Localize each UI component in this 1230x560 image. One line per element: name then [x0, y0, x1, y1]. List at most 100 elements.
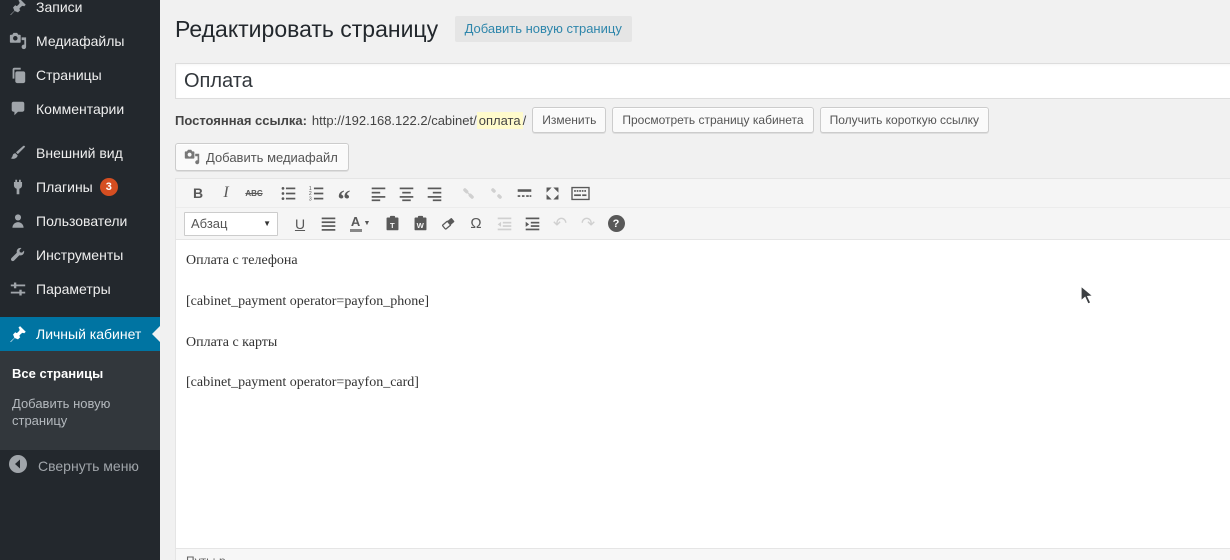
- permalink-label: Постоянная ссылка:: [175, 113, 307, 128]
- underline-icon[interactable]: U: [287, 212, 313, 236]
- sidebar-item-label: Комментарии: [36, 101, 124, 117]
- submenu-item-all-pages[interactable]: Все страницы: [0, 359, 160, 389]
- sidebar-item-appearance[interactable]: Внешний вид: [0, 136, 160, 170]
- sidebar-item-label: Плагины: [36, 179, 93, 195]
- collapse-arrow-icon: [8, 454, 28, 477]
- content-paragraph: [cabinet_payment operator=payfon_phone]: [186, 294, 1226, 311]
- brush-icon: [8, 143, 28, 163]
- read-more-icon[interactable]: [511, 181, 537, 205]
- numbered-list-icon[interactable]: 123: [303, 181, 329, 205]
- sidebar-item-label: Инструменты: [36, 247, 123, 263]
- text-color-icon[interactable]: A ▼: [343, 212, 377, 236]
- permalink-url-suffix: /: [523, 113, 527, 128]
- sidebar-item-label: Пользователи: [36, 213, 127, 229]
- sidebar-item-label: Личный кабинет: [36, 326, 141, 342]
- italic-icon[interactable]: I: [213, 181, 239, 205]
- content-paragraph: Оплата с карты: [186, 335, 1226, 352]
- remove-format-icon[interactable]: [435, 212, 461, 236]
- content-paragraph: [cabinet_payment operator=payfon_card]: [186, 375, 1226, 392]
- sliders-icon: [8, 279, 28, 299]
- wrench-icon: [8, 245, 28, 265]
- svg-text:T: T: [389, 221, 394, 230]
- pushpin-icon: [8, 0, 28, 17]
- main-content: Редактировать страницу Добавить новую ст…: [160, 0, 1230, 560]
- sidebar-item-comments[interactable]: Комментарии: [0, 92, 160, 126]
- sidebar-item-pages[interactable]: Страницы: [0, 58, 160, 92]
- align-right-icon[interactable]: [421, 181, 447, 205]
- page-header: Редактировать страницу Добавить новую ст…: [175, 16, 632, 46]
- bold-icon[interactable]: B: [185, 181, 211, 205]
- media-icon: [8, 31, 28, 51]
- comment-icon: [8, 99, 28, 119]
- editor-content-area[interactable]: Оплата с телефона [cabinet_payment opera…: [176, 240, 1230, 548]
- help-icon[interactable]: ?: [603, 212, 629, 236]
- pages-icon: [8, 65, 28, 85]
- pages-submenu: Все страницы Добавить новую страницу: [0, 351, 160, 450]
- redo-icon[interactable]: ↷: [575, 212, 601, 236]
- content-paragraph: Оплата с телефона: [186, 253, 1226, 270]
- svg-text:3: 3: [308, 196, 311, 202]
- bullet-list-icon[interactable]: [275, 181, 301, 205]
- sidebar-item-settings[interactable]: Параметры: [0, 272, 160, 306]
- blockquote-icon[interactable]: “: [331, 188, 357, 212]
- svg-text:W: W: [416, 221, 424, 230]
- sidebar-item-media[interactable]: Медиафайлы: [0, 24, 160, 58]
- align-center-icon[interactable]: [393, 181, 419, 205]
- post-title-input[interactable]: [175, 63, 1230, 99]
- wysiwyg-editor: B I ABC 123 “: [175, 178, 1230, 560]
- sidebar-item-label: Страницы: [36, 67, 102, 83]
- justify-icon[interactable]: [315, 212, 341, 236]
- submenu-item-add-new-page[interactable]: Добавить новую страницу: [0, 389, 160, 436]
- special-character-icon[interactable]: Ω: [463, 212, 489, 236]
- editor-statusbar: Путь: p: [176, 548, 1230, 560]
- user-icon: [8, 211, 28, 231]
- sidebar-item-plugins[interactable]: Плагины 3: [0, 170, 160, 204]
- format-select-value: Абзац: [191, 216, 227, 231]
- text-color-glyph: A: [350, 215, 362, 232]
- plugin-icon: [8, 177, 28, 197]
- add-media-button[interactable]: Добавить медиафайл: [175, 143, 349, 171]
- page-title: Редактировать страницу: [175, 16, 438, 43]
- sidebar-item-tools[interactable]: Инструменты: [0, 238, 160, 272]
- add-new-page-button[interactable]: Добавить новую страницу: [455, 16, 632, 42]
- strikethrough-icon[interactable]: ABC: [241, 181, 267, 205]
- indent-icon[interactable]: [519, 212, 545, 236]
- view-page-button[interactable]: Просмотреть страницу кабинета: [612, 107, 813, 133]
- plugins-update-badge: 3: [100, 178, 118, 196]
- collapse-menu-button[interactable]: Свернуть меню: [0, 446, 160, 485]
- align-left-icon[interactable]: [365, 181, 391, 205]
- paste-as-text-icon[interactable]: T: [379, 212, 405, 236]
- media-icon: [184, 149, 200, 165]
- permalink-slug[interactable]: оплата: [477, 112, 523, 129]
- unlink-icon[interactable]: [483, 181, 509, 205]
- add-media-label: Добавить медиафайл: [206, 150, 338, 165]
- outdent-icon[interactable]: [491, 212, 517, 236]
- undo-icon[interactable]: ↶: [547, 212, 573, 236]
- menu-separator: [0, 306, 160, 317]
- admin-sidebar: Записи Медиафайлы Страницы Комментарии: [0, 0, 160, 560]
- sidebar-item-posts[interactable]: Записи: [0, 0, 160, 24]
- editor-toolbar-row2: Абзац ▼ U A ▼ T W Ω: [176, 208, 1230, 240]
- permalink-url-prefix: http://192.168.122.2/cabinet/: [312, 113, 477, 128]
- paste-from-word-icon[interactable]: W: [407, 212, 433, 236]
- sidebar-item-label: Медиафайлы: [36, 33, 124, 49]
- sidebar-item-users[interactable]: Пользователи: [0, 204, 160, 238]
- admin-menu: Записи Медиафайлы Страницы Комментарии: [0, 0, 160, 450]
- sidebar-item-label: Внешний вид: [36, 145, 123, 161]
- menu-separator: [0, 126, 160, 136]
- chevron-down-icon: ▼: [364, 220, 371, 227]
- pushpin-icon: [8, 324, 28, 344]
- sidebar-item-label: Записи: [36, 0, 82, 15]
- chevron-down-icon: ▼: [263, 219, 271, 228]
- paragraph-format-select[interactable]: Абзац ▼: [184, 212, 278, 236]
- sidebar-item-personal-cabinet[interactable]: Личный кабинет: [0, 317, 160, 351]
- fullscreen-icon[interactable]: [539, 181, 565, 205]
- get-shortlink-button[interactable]: Получить короткую ссылку: [820, 107, 989, 133]
- collapse-menu-label: Свернуть меню: [38, 458, 139, 474]
- edit-permalink-button[interactable]: Изменить: [532, 107, 606, 133]
- permalink-row: Постоянная ссылка: http://192.168.122.2/…: [175, 107, 989, 133]
- toolbar-toggle-icon[interactable]: [567, 181, 593, 205]
- element-path: Путь: p: [186, 554, 226, 560]
- link-icon[interactable]: [455, 181, 481, 205]
- sidebar-item-label: Параметры: [36, 281, 111, 297]
